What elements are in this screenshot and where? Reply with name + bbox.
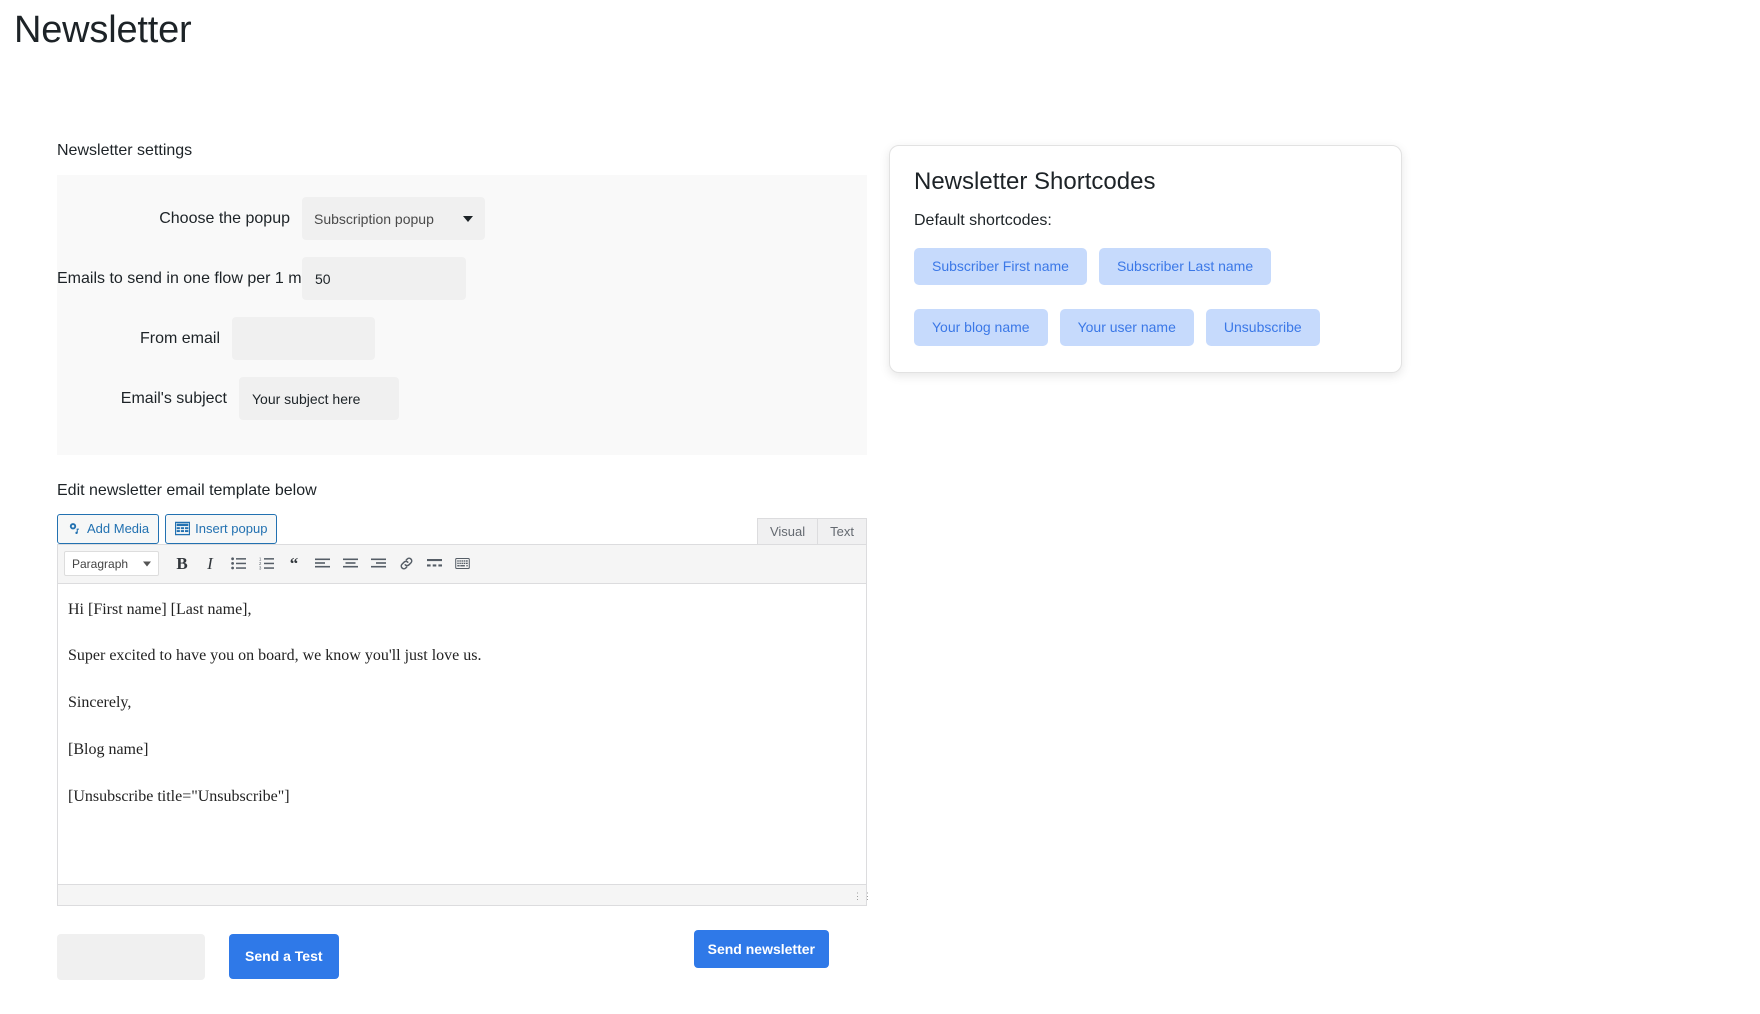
field-row-emails-per-minute: Emails to send in one flow per 1 minute [57, 253, 867, 305]
keyboard-toolbar-toggle-icon[interactable] [449, 551, 475, 577]
read-more-icon[interactable] [421, 551, 447, 577]
test-email-input[interactable] [57, 934, 205, 980]
table-grid-icon [175, 521, 190, 536]
shortcodes-subtitle: Default shortcodes: [914, 212, 1377, 230]
editor-heading: Edit newsletter email template below [57, 482, 867, 500]
tab-visual[interactable]: Visual [757, 518, 818, 544]
editor-box: Paragraph B I 1 [57, 544, 867, 906]
resize-grip-icon[interactable]: ⋮⋮ [853, 892, 863, 902]
paragraph-format-select[interactable]: Paragraph [64, 551, 159, 576]
shortcode-chip-unsubscribe[interactable]: Unsubscribe [1206, 309, 1320, 346]
chevron-down-icon [463, 216, 473, 222]
send-test-button[interactable]: Send a Test [229, 934, 339, 979]
newsletter-settings-panel: Choose the popup Subscription popup Emai… [57, 175, 867, 455]
field-row-popup: Choose the popup Subscription popup [57, 193, 867, 245]
shortcode-chip-subscriber-first-name[interactable]: Subscriber First name [914, 248, 1087, 285]
bold-icon[interactable]: B [169, 551, 195, 577]
shortcodes-title: Newsletter Shortcodes [914, 168, 1377, 196]
insert-link-icon[interactable] [393, 551, 419, 577]
align-left-icon[interactable] [309, 551, 335, 577]
subject-label: Email's subject [57, 390, 239, 408]
shortcodes-chip-list: Subscriber First name Subscriber Last na… [914, 248, 1377, 347]
italic-icon[interactable]: I [197, 551, 223, 577]
align-right-icon[interactable] [365, 551, 391, 577]
from-email-input[interactable] [232, 317, 375, 360]
blockquote-icon[interactable]: “ [281, 551, 307, 577]
editor-action-bar: Send a Test Send newsletter [57, 934, 867, 980]
field-row-from-email: From email [57, 313, 867, 365]
editor-format-toolbar: Paragraph B I 1 [58, 545, 866, 584]
editor-status-bar: ⋮⋮ [58, 884, 866, 905]
svg-text:3: 3 [259, 566, 262, 570]
editor-line: [Unsubscribe title="Unsubscribe"] [68, 785, 856, 810]
settings-section-label: Newsletter settings [57, 142, 867, 160]
popup-select-value: Subscription popup [314, 211, 434, 227]
page-body: Newsletter settings Choose the popup Sub… [0, 54, 1760, 994]
shortcode-chip-subscriber-last-name[interactable]: Subscriber Last name [1099, 248, 1271, 285]
popup-select[interactable]: Subscription popup [302, 197, 485, 240]
editor-shell: Add Media [57, 511, 867, 980]
tab-text[interactable]: Text [818, 518, 867, 544]
send-newsletter-button[interactable]: Send newsletter [694, 930, 829, 968]
align-center-icon[interactable] [337, 551, 363, 577]
editor-line: [Blog name] [68, 738, 856, 763]
main-column: Newsletter settings Choose the popup Sub… [57, 142, 867, 980]
shortcode-chip-your-user-name[interactable]: Your user name [1060, 309, 1194, 346]
editor-line: Super excited to have you on board, we k… [68, 644, 856, 669]
page-title: Newsletter [0, 0, 1760, 54]
emails-per-minute-label: Emails to send in one flow per 1 minute [57, 270, 302, 288]
editor-content-area[interactable]: Hi [First name] [Last name], Super excit… [58, 584, 866, 884]
popup-field-label: Choose the popup [57, 210, 302, 228]
editor-media-bar: Add Media [57, 511, 867, 544]
editor-line: Sincerely, [68, 691, 856, 716]
insert-popup-button[interactable]: Insert popup [165, 514, 277, 544]
from-email-label: From email [57, 330, 232, 348]
chevron-down-icon [143, 561, 151, 566]
field-row-subject: Email's subject [57, 373, 867, 425]
emails-per-minute-input[interactable] [302, 257, 466, 300]
bulleted-list-icon[interactable] [225, 551, 251, 577]
newsletter-shortcodes-card: Newsletter Shortcodes Default shortcodes… [889, 145, 1402, 374]
media-camera-icon [67, 521, 82, 536]
add-media-button[interactable]: Add Media [57, 514, 159, 544]
editor-line: Hi [First name] [Last name], [68, 598, 856, 623]
media-buttons-group: Add Media [57, 514, 277, 544]
insert-popup-label: Insert popup [195, 522, 267, 535]
editor-mode-tabs: Visual Text [757, 518, 867, 544]
paragraph-format-value: Paragraph [72, 557, 128, 571]
shortcode-chip-your-blog-name[interactable]: Your blog name [914, 309, 1048, 346]
numbered-list-icon[interactable]: 1 2 3 [253, 551, 279, 577]
subject-input[interactable] [239, 377, 399, 420]
add-media-label: Add Media [87, 522, 149, 535]
